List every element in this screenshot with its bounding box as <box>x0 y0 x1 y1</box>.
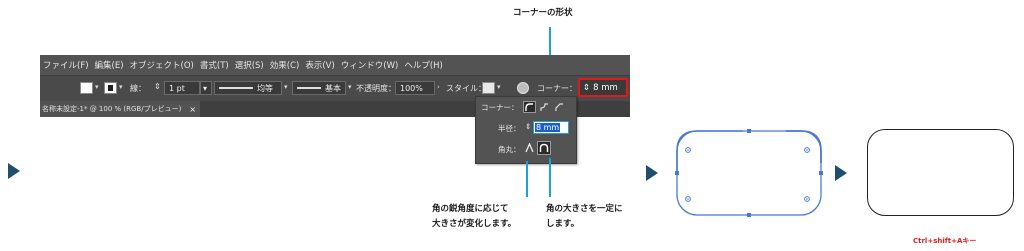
stroke-weight-field[interactable]: 1 pt <box>164 81 200 95</box>
corner-options-panel: コーナー： 半径： ⇕ 8 mm 角丸： <box>475 96 577 164</box>
corner-radius-field[interactable]: ⇕ 8 mm <box>578 78 628 97</box>
menu-select[interactable]: 選択(S) <box>235 59 264 71</box>
menu-bar: ファイル(F) 編集(E) オブジェクト(O) 書式(T) 選択(S) 効果(C… <box>40 55 630 75</box>
rounded-corner-icon[interactable] <box>523 101 536 113</box>
menu-file[interactable]: ファイル(F) <box>43 59 89 71</box>
callout-corner-shape: コーナーの形状 <box>513 8 573 18</box>
fill-dropdown-icon[interactable]: ▾ <box>95 83 99 91</box>
callout-relative: 角の鋭角度に応じて 大きさが変化します。 <box>432 204 517 229</box>
stroke-weight-dropdown[interactable]: ▾ <box>200 81 212 95</box>
close-icon[interactable]: × <box>189 105 196 114</box>
radius-field[interactable]: 8 mm <box>533 121 569 134</box>
graphic-style-swatch[interactable] <box>482 82 495 94</box>
stroke-swatch[interactable] <box>104 82 117 94</box>
brush-definition[interactable]: 基本 <box>292 81 346 95</box>
right-triangle-icon <box>8 163 20 179</box>
right-triangle-icon <box>835 165 847 181</box>
opacity-arrow-icon[interactable]: › <box>437 83 440 91</box>
menu-view[interactable]: 表示(V) <box>305 59 334 71</box>
style-dropdown-icon[interactable]: ▾ <box>497 83 501 91</box>
right-triangle-icon <box>646 165 658 181</box>
callout-line-relative <box>526 161 528 197</box>
globe-icon[interactable] <box>517 82 529 94</box>
fill-swatch[interactable] <box>80 82 93 94</box>
shortcut-label: Ctrl+shift+Aキー <box>913 237 977 245</box>
result-rounded-rectangle <box>867 129 1014 216</box>
radius-label: 半径： <box>498 124 521 133</box>
corner-label: コーナー： <box>537 84 577 93</box>
stroke-dropdown-icon[interactable]: ▾ <box>119 83 123 91</box>
brush-dropdown-icon[interactable]: ▾ <box>348 83 352 91</box>
menu-edit[interactable]: 編集(E) <box>95 59 124 71</box>
rounding-label: 角丸： <box>498 145 521 154</box>
document-tab[interactable]: 名称未設定-1* @ 100 % (RGB/プレビュー) × <box>40 101 200 117</box>
chamfer-corner-icon[interactable] <box>553 101 566 113</box>
menu-object[interactable]: オブジェクト(O) <box>130 59 194 71</box>
profile-dropdown-icon[interactable]: ▾ <box>284 83 288 91</box>
variable-width-profile[interactable]: 均等 <box>214 81 282 95</box>
panel-corner-label: コーナー： <box>481 103 519 112</box>
menu-effect[interactable]: 効果(C) <box>270 59 300 71</box>
stroke-label: 線： <box>130 84 146 93</box>
menu-type[interactable]: 書式(T) <box>200 59 229 71</box>
absolute-rounding-icon[interactable] <box>537 141 551 155</box>
opacity-label: 不透明度： <box>356 84 396 93</box>
document-tab-title: 名称未設定-1* @ 100 % (RGB/プレビュー) <box>42 105 182 113</box>
callout-line-absolute <box>549 158 551 197</box>
spin-arrows-icon[interactable]: ⇕ <box>154 82 161 91</box>
selected-rounded-rectangle[interactable] <box>668 123 830 223</box>
spin-arrows-icon[interactable]: ⇕ <box>525 122 531 131</box>
inverted-corner-icon[interactable] <box>538 101 551 113</box>
opacity-field[interactable]: 100% <box>395 81 435 95</box>
style-label: スタイル： <box>446 84 486 93</box>
callout-absolute: 角の大きさを一定に します。 <box>546 204 623 229</box>
spin-arrows-icon[interactable]: ⇕ <box>583 83 590 93</box>
menu-help[interactable]: ヘルプ(H) <box>404 59 443 71</box>
relative-rounding-icon[interactable] <box>523 142 536 154</box>
menu-window[interactable]: ウィンドウ(W) <box>341 59 399 71</box>
